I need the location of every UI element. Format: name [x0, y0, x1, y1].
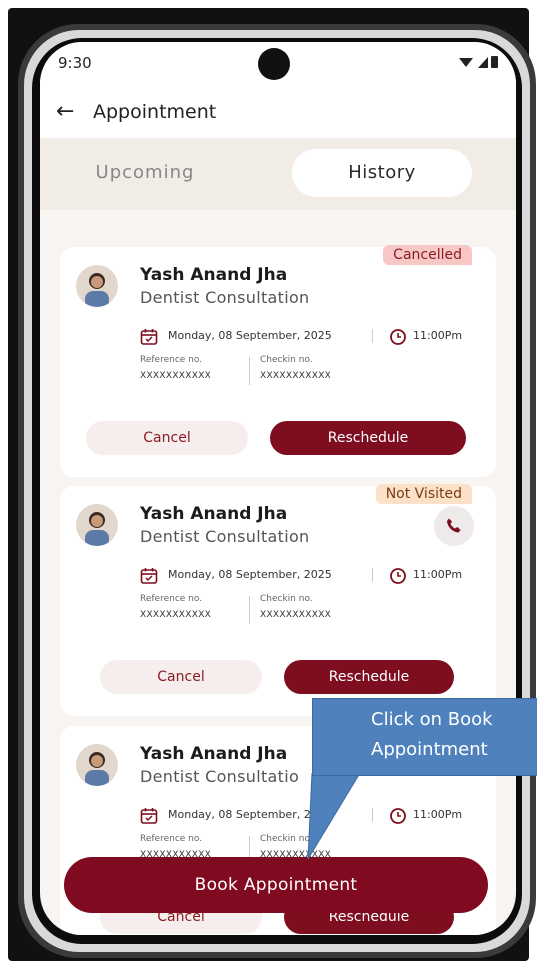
reference-value: XXXXXXXXXXX: [140, 610, 212, 620]
appointment-date: Monday, 08 September, 2: [168, 808, 311, 821]
callout-text-line2: Appointment: [371, 739, 488, 760]
appointment-date: Monday, 08 September, 2025: [168, 329, 332, 342]
status-icons: [459, 56, 498, 68]
reference-label: Reference no.: [140, 594, 203, 604]
clock-icon: [390, 568, 406, 584]
date-row: Monday, 08 September, 2025 11:00Pm: [140, 566, 480, 586]
clock-icon: [390, 329, 406, 345]
divider: [372, 329, 373, 343]
appointment-time: 11:00Pm: [413, 568, 463, 581]
service-name: Dentist Consultatio: [140, 767, 300, 786]
cancel-button[interactable]: Cancel: [86, 421, 248, 455]
app-bar: ← Appointment: [40, 92, 516, 138]
tab-upcoming[interactable]: Upcoming: [76, 152, 214, 194]
reference-row: Reference no. XXXXXXXXXXX Checkin no. XX…: [140, 355, 400, 389]
reference-row: Reference no. XXXXXXXXXXX Checkin no. XX…: [140, 594, 400, 628]
reference-label: Reference no.: [140, 834, 203, 844]
clock-icon: [390, 808, 406, 824]
divider: [249, 357, 250, 385]
checkin-value: XXXXXXXXXXX: [260, 371, 332, 381]
callout-text-line1: Click on Book: [371, 709, 493, 730]
status-time: 9:30: [58, 54, 92, 72]
appointment-date: Monday, 08 September, 2025: [168, 568, 332, 581]
instruction-callout: Click on Book Appointment: [312, 698, 537, 776]
status-badge: Not Visited: [375, 484, 472, 504]
callout-pointer: [307, 773, 361, 860]
divider: [372, 568, 373, 582]
reschedule-button[interactable]: Reschedule: [284, 660, 454, 694]
checkin-value: XXXXXXXXXXX: [260, 610, 332, 620]
arrow-left-icon[interactable]: ←: [56, 101, 74, 123]
appointment-card: Cancelled Yash Anand Jha Dentist Consult…: [60, 245, 496, 477]
calendar-icon: [140, 568, 158, 584]
calendar-icon: [140, 329, 158, 345]
wifi-icon: [459, 57, 473, 67]
reschedule-button[interactable]: Reschedule: [270, 421, 466, 455]
signal-icon: [478, 56, 488, 68]
reference-value: XXXXXXXXXXX: [140, 371, 212, 381]
stage: 9:30 ← Appointment Upcoming History Canc…: [0, 0, 537, 969]
status-badge: Cancelled: [383, 245, 472, 265]
camera-cutout: [258, 48, 290, 80]
avatar: [76, 504, 118, 546]
tab-history[interactable]: History: [292, 149, 472, 197]
battery-icon: [491, 56, 498, 68]
checkin-label: Checkin no.: [260, 594, 313, 604]
appointment-time: 11:00Pm: [413, 329, 463, 342]
date-row: Monday, 08 September, 2025 11:00Pm: [140, 327, 480, 347]
checkin-label: Checkin no.: [260, 355, 313, 365]
reference-label: Reference no.: [140, 355, 203, 365]
appointment-card: Not Visited Yash Anand Jha Dentist Consu…: [60, 484, 496, 716]
avatar: [76, 265, 118, 307]
phone-icon: [447, 518, 461, 533]
appointment-time: 11:00Pm: [413, 808, 463, 821]
calendar-icon: [140, 808, 158, 824]
call-button[interactable]: [434, 506, 474, 546]
status-bar: 9:30: [40, 42, 516, 92]
service-name: Dentist Consultation: [140, 527, 310, 546]
cancel-button[interactable]: Cancel: [100, 660, 262, 694]
service-name: Dentist Consultation: [140, 288, 310, 307]
page-title: Appointment: [93, 101, 217, 123]
divider: [249, 596, 250, 624]
phone-screen: 9:30 ← Appointment Upcoming History Canc…: [40, 42, 516, 935]
tab-bar: Upcoming History: [40, 138, 516, 210]
doctor-name: Yash Anand Jha: [140, 504, 288, 524]
doctor-name: Yash Anand Jha: [140, 265, 288, 285]
avatar: [76, 744, 118, 786]
book-appointment-button[interactable]: Book Appointment: [64, 857, 488, 913]
doctor-name: Yash Anand Jha: [140, 744, 288, 764]
